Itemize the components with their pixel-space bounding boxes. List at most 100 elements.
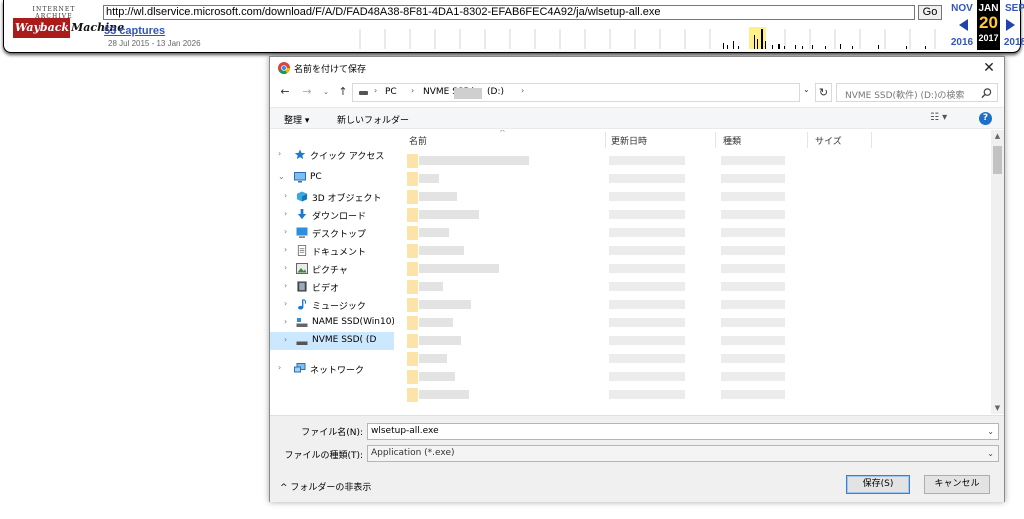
organize-button[interactable]: 整理 ▾	[284, 113, 309, 126]
expand-chevron-icon[interactable]: ›	[284, 263, 287, 272]
expand-chevron-icon[interactable]: ›	[284, 299, 287, 308]
folder-icon	[407, 208, 418, 222]
nav-item-music[interactable]: › ミュージック	[270, 296, 394, 314]
redacted-date	[609, 318, 685, 327]
address-bar[interactable]: › PC › NVME SSD( (D:) ›	[352, 83, 800, 102]
close-icon[interactable]: ✕	[980, 59, 998, 77]
filename-input[interactable]: wlsetup-all.exe ⌄	[367, 423, 999, 440]
list-item[interactable]	[397, 242, 991, 259]
wayback-next-month[interactable]: SEP	[1000, 3, 1024, 14]
filetype-dropdown-chevron-icon[interactable]: ⌄	[987, 446, 994, 461]
expand-chevron-icon[interactable]: ›	[278, 363, 281, 372]
breadcrumb-chevron-icon[interactable]: ›	[411, 86, 414, 95]
save-button[interactable]: 保存(S)	[846, 475, 910, 494]
help-icon[interactable]: ?	[979, 112, 992, 125]
view-options-icon[interactable]: ☷ ▾	[930, 112, 947, 123]
nav-item-downloads[interactable]: › ダウンロード	[270, 206, 394, 224]
new-folder-button[interactable]: 新しいフォルダー	[337, 113, 409, 126]
expand-chevron-icon[interactable]: ›	[284, 245, 287, 254]
wayback-go-button[interactable]: Go	[918, 5, 942, 20]
nav-item-pictures[interactable]: › ピクチャ	[270, 260, 394, 278]
column-header-size[interactable]: サイズ	[815, 134, 842, 147]
scroll-up-arrow-icon[interactable]: ▲	[991, 130, 1004, 142]
wayback-capture-sparkline[interactable]	[340, 25, 943, 49]
list-item[interactable]	[397, 260, 991, 277]
wayback-captures-link[interactable]: 53 captures	[104, 25, 165, 37]
expand-chevron-icon[interactable]: ›	[284, 209, 287, 218]
nav-item-quick-access[interactable]: › クイック アクセス	[270, 146, 394, 164]
list-item[interactable]	[397, 152, 991, 169]
drive-icon	[359, 91, 368, 95]
column-divider[interactable]	[715, 132, 716, 148]
nav-item-network[interactable]: › ネットワーク	[270, 360, 394, 378]
nav-item-pc[interactable]: ⌄ PC	[270, 169, 394, 187]
sort-ascending-icon: ^	[499, 130, 506, 137]
list-item[interactable]	[397, 278, 991, 295]
list-item[interactable]	[397, 206, 991, 223]
cube-icon	[296, 191, 308, 202]
expand-chevron-icon[interactable]: ›	[284, 317, 287, 326]
wayback-next-arrow-icon[interactable]	[1006, 19, 1015, 31]
up-arrow-icon[interactable]: ↑	[336, 84, 350, 100]
expand-chevron-icon[interactable]: ›	[278, 149, 281, 158]
dialog-title-bar[interactable]: 名前を付けて保存 ✕	[270, 57, 1004, 79]
folder-icon	[407, 226, 418, 240]
column-divider[interactable]	[807, 132, 808, 148]
nav-item-drive-d[interactable]: › NVME SSD( (D	[270, 332, 394, 350]
column-header-name[interactable]: 名前	[409, 134, 427, 147]
list-item[interactable]	[397, 386, 991, 403]
list-item[interactable]	[397, 350, 991, 367]
nav-item-desktop[interactable]: › デスクトップ	[270, 224, 394, 242]
wayback-prev-month[interactable]: NOV	[945, 3, 979, 14]
column-divider[interactable]	[871, 132, 872, 148]
breadcrumb-pc[interactable]: PC	[385, 87, 397, 97]
hide-folders-toggle[interactable]: ^ フォルダーの非表示	[280, 480, 371, 493]
address-dropdown-chevron-icon[interactable]: ⌄	[803, 85, 810, 94]
chrome-icon	[278, 62, 290, 74]
search-input[interactable]: NVME SSD(軟件) (D:)の検索	[836, 83, 998, 102]
nav-item-drive-c[interactable]: › NAME SSD(Win10) (	[270, 314, 394, 332]
forward-arrow-icon[interactable]: →	[300, 84, 314, 100]
navigation-pane: › クイック アクセス ⌄ PC › 3D オブジェクト › ダウンロード › …	[270, 130, 394, 414]
list-item[interactable]	[397, 224, 991, 241]
column-header-modified[interactable]: 更新日時	[611, 134, 647, 147]
breadcrumb-drive-letter[interactable]: (D:)	[487, 87, 504, 97]
expand-chevron-icon[interactable]: ›	[284, 227, 287, 236]
cancel-button[interactable]: キャンセル	[924, 475, 990, 494]
wayback-next-year[interactable]: 2018	[1000, 37, 1024, 48]
wayback-prev-year[interactable]: 2016	[945, 37, 979, 48]
list-item[interactable]	[397, 170, 991, 187]
breadcrumb-chevron-icon[interactable]: ›	[521, 86, 524, 95]
wayback-prev-arrow-icon[interactable]	[959, 19, 968, 31]
nav-item-3d-objects[interactable]: › 3D オブジェクト	[270, 188, 394, 206]
back-arrow-icon[interactable]: ←	[278, 84, 292, 100]
wayback-url-input[interactable]: http://wl.dlservice.microsoft.com/downlo…	[103, 5, 915, 20]
filetype-select[interactable]: Application (*.exe) ⌄	[367, 445, 999, 462]
search-placeholder: NVME SSD(軟件) (D:)の検索	[845, 91, 965, 101]
nav-item-label: ミュージック	[312, 302, 366, 312]
breadcrumb-chevron-icon[interactable]: ›	[374, 86, 377, 95]
list-item[interactable]	[397, 188, 991, 205]
list-item[interactable]	[397, 332, 991, 349]
collapse-chevron-icon[interactable]: ⌄	[278, 172, 285, 181]
list-item[interactable]	[397, 368, 991, 385]
list-item[interactable]	[397, 296, 991, 313]
nav-item-documents[interactable]: › ドキュメント	[270, 242, 394, 260]
nav-item-videos[interactable]: › ビデオ	[270, 278, 394, 296]
scrollbar-thumb[interactable]	[993, 146, 1002, 174]
expand-chevron-icon[interactable]: ›	[284, 191, 287, 200]
folder-icon	[407, 244, 418, 258]
filename-dropdown-chevron-icon[interactable]: ⌄	[987, 424, 994, 439]
expand-chevron-icon[interactable]: ›	[284, 281, 287, 290]
redacted-date	[609, 282, 685, 291]
redacted-date	[609, 372, 685, 381]
file-list-scrollbar[interactable]: ▲ ▼	[991, 130, 1004, 414]
expand-chevron-icon[interactable]: ›	[284, 335, 287, 344]
column-divider[interactable]	[605, 132, 606, 148]
refresh-icon[interactable]: ↻	[815, 83, 832, 102]
column-header-type[interactable]: 種類	[723, 134, 741, 147]
recent-locations-chevron-icon[interactable]: ⌄	[319, 84, 333, 100]
list-item[interactable]	[397, 314, 991, 331]
scroll-down-arrow-icon[interactable]: ▼	[991, 402, 1004, 414]
wayback-logo[interactable]: INTERNET ARCHIVE Wayback Machine	[13, 6, 126, 44]
